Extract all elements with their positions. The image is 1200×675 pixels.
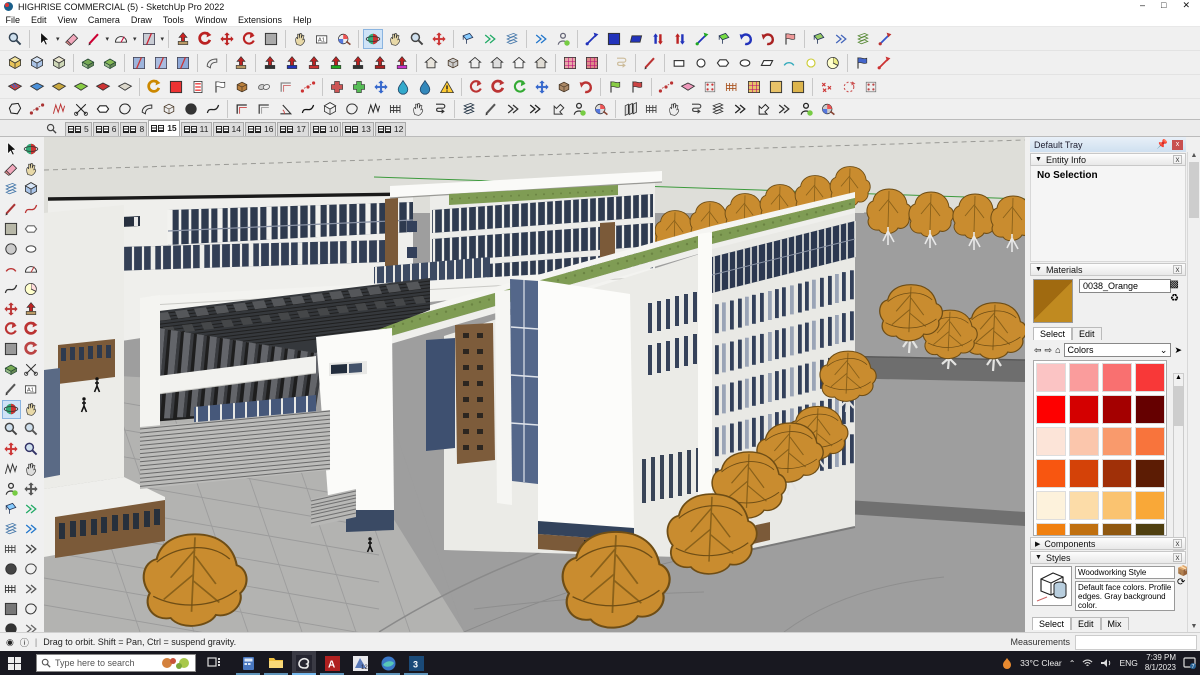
svg-text:A: A [328, 659, 335, 670]
svg-text:A1: A1 [318, 37, 325, 43]
svg-text:3: 3 [413, 659, 418, 669]
svg-text:A1: A1 [27, 387, 34, 393]
svg-text:7: 7 [1192, 664, 1195, 669]
svg-text:12: 12 [361, 665, 368, 671]
